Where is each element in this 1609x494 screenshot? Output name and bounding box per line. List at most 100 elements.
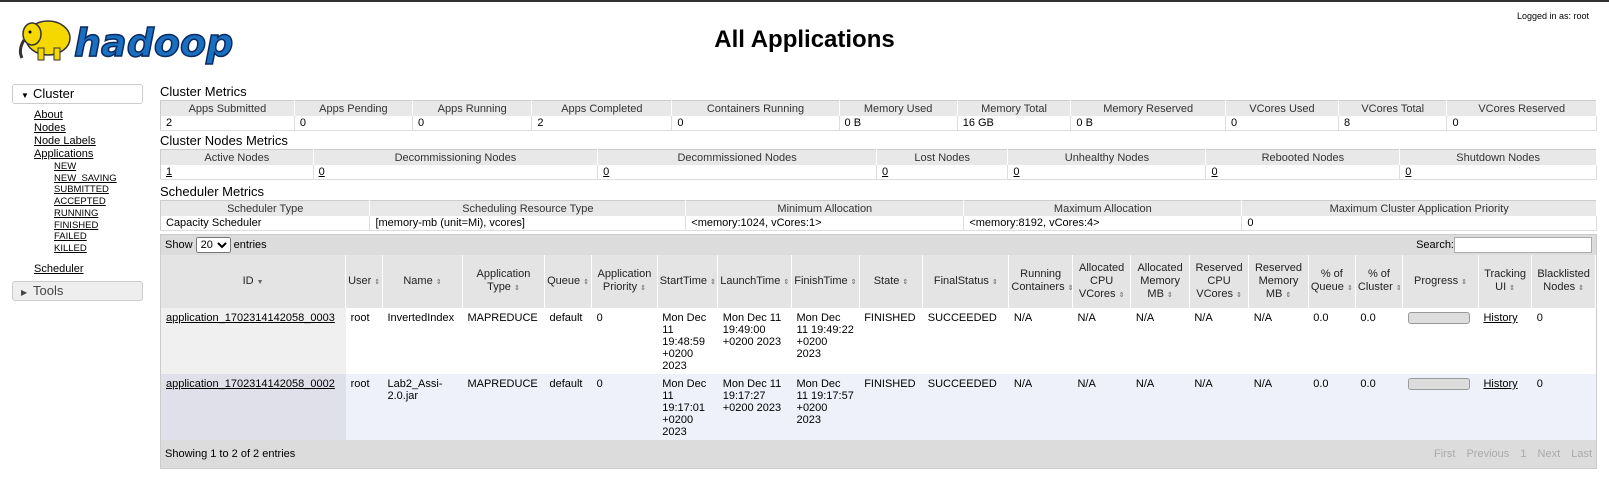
column-header-label: Progress: [1414, 274, 1459, 287]
table-cell: [1402, 308, 1479, 374]
nav-state-submitted[interactable]: SUBMITTED: [54, 184, 109, 195]
application-id-link[interactable]: application_1702314142058_0003: [166, 312, 335, 324]
column-header[interactable]: Blacklisted Nodes ⇕: [1531, 255, 1596, 308]
sort-icon: ⇕: [783, 278, 790, 286]
sort-icon: ⇕: [374, 278, 381, 286]
column-header[interactable]: State ⇕: [859, 255, 924, 308]
cluster-metrics-value: 2: [531, 116, 673, 131]
column-header[interactable]: User ⇕: [345, 255, 383, 308]
cluster-section-toggle[interactable]: ▼ Cluster: [12, 84, 143, 104]
cluster-metrics-header: Apps Pending: [294, 100, 414, 116]
column-header-label: User: [348, 274, 372, 287]
pager-next[interactable]: Next: [1538, 448, 1561, 460]
column-header[interactable]: Reserved CPU VCores ⇕: [1189, 255, 1250, 308]
cluster-metrics-value: 0 B: [1070, 116, 1226, 131]
nav-state-finished[interactable]: FINISHED: [54, 220, 98, 231]
tracking-ui-link[interactable]: History: [1483, 312, 1517, 324]
node-metrics-value: 0: [1205, 165, 1401, 180]
table-cell: Mon Dec 11 19:49:22 +0200 2023: [791, 308, 860, 374]
page-title: All Applications: [714, 26, 895, 53]
column-header[interactable]: Running Containers ⇕: [1008, 255, 1073, 308]
cluster-metrics-title: Cluster Metrics: [160, 84, 247, 99]
column-header[interactable]: Tracking UI ⇕: [1478, 255, 1533, 308]
node-metrics-header: Active Nodes: [160, 149, 314, 165]
table-row: application_1702314142058_0002 root Lab2_A…: [161, 374, 1596, 440]
pager-page-1[interactable]: 1: [1520, 448, 1526, 460]
column-header[interactable]: Application Priority ⇕: [591, 255, 658, 308]
caret-down-icon: ▼: [21, 91, 29, 100]
table-cell: N/A: [1189, 308, 1249, 374]
nav-state-failed[interactable]: FAILED: [54, 231, 87, 242]
table-cell: [1402, 374, 1479, 440]
pager-last[interactable]: Last: [1571, 448, 1592, 460]
column-header[interactable]: Reserved Memory MB ⇕: [1248, 255, 1309, 308]
column-header[interactable]: Progress ⇕: [1402, 255, 1479, 308]
column-header[interactable]: % of Queue ⇕: [1308, 255, 1356, 308]
column-header[interactable]: Allocated Memory MB ⇕: [1130, 255, 1190, 308]
nav-state-killed[interactable]: KILLED: [54, 243, 87, 254]
sort-icon: ⇕: [1509, 285, 1516, 292]
table-cell: N/A: [1189, 374, 1249, 440]
scheduler-metrics-title: Scheduler Metrics: [160, 184, 265, 199]
cluster-metrics-header: Apps Submitted: [160, 100, 295, 116]
column-header[interactable]: StartTime ⇕: [657, 255, 719, 308]
cluster-metrics-header: Memory Reserved: [1070, 100, 1226, 116]
scheduler-metrics-value: 0: [1241, 216, 1597, 231]
nav-state-new-saving[interactable]: NEW_SAVING: [54, 173, 117, 184]
column-header[interactable]: FinalStatus ⇕: [922, 255, 1010, 308]
node-metrics-link[interactable]: 0: [882, 166, 888, 178]
node-metrics-link[interactable]: 0: [319, 166, 325, 178]
nav-applications[interactable]: Applications: [34, 148, 93, 160]
pagination: First Previous 1 Next Last: [1426, 440, 1592, 468]
column-header-label: ID: [242, 274, 254, 287]
column-header[interactable]: Queue ⇕: [544, 255, 593, 308]
sort-icon: ⇕: [1118, 291, 1125, 299]
nav-state-running[interactable]: RUNNING: [54, 208, 98, 219]
column-header-label: Queue: [547, 274, 581, 287]
pager-previous[interactable]: Previous: [1466, 448, 1509, 460]
nav-about[interactable]: About: [34, 109, 63, 121]
cluster-metrics-value: 0: [671, 116, 840, 131]
column-header[interactable]: LaunchTime ⇕: [717, 255, 793, 308]
node-metrics-link[interactable]: 0: [1013, 166, 1019, 178]
node-metrics-value: 0: [313, 165, 599, 180]
nav-state-new[interactable]: NEW: [54, 161, 76, 172]
sort-icon: ⇕: [1166, 291, 1173, 299]
entries-select[interactable]: 20: [195, 237, 231, 253]
column-header[interactable]: FinishTime ⇕: [791, 255, 860, 308]
table-cell: Mon Dec 11 19:48:59 +0200 2023: [657, 308, 718, 374]
table-cell: N/A: [1008, 374, 1073, 440]
table-cell: 0: [1531, 374, 1596, 440]
node-metrics-link[interactable]: 0: [1405, 166, 1411, 178]
application-id-link[interactable]: application_1702314142058_0002: [166, 378, 335, 390]
nav-state-accepted[interactable]: ACCEPTED: [54, 196, 106, 207]
table-cell: 0.0: [1355, 374, 1403, 440]
sort-icon: ⇕: [1346, 285, 1353, 292]
cluster-metrics-header: VCores Used: [1225, 100, 1339, 116]
table-cell: FINISHED: [859, 374, 923, 440]
column-header[interactable]: Name ⇕: [382, 255, 463, 308]
table-cell: application_1702314142058_0003: [161, 308, 346, 374]
column-header[interactable]: ID ▼: [161, 255, 347, 308]
scheduler-metrics-header: Maximum Cluster Application Priority: [1241, 200, 1597, 216]
column-header[interactable]: % of Cluster ⇕: [1355, 255, 1404, 308]
column-header[interactable]: Application Type ⇕: [462, 255, 545, 308]
scheduler-metrics-value: [memory-mb (unit=Mi), vcores]: [369, 216, 687, 231]
nav-scheduler[interactable]: Scheduler: [34, 263, 84, 275]
column-header[interactable]: Allocated CPU VCores ⇕: [1072, 255, 1132, 308]
tracking-ui-link[interactable]: History: [1483, 378, 1517, 390]
pager-first[interactable]: First: [1434, 448, 1455, 460]
table-cell: root: [345, 308, 383, 374]
sort-icon: ⇕: [902, 278, 909, 286]
search-input[interactable]: [1454, 237, 1592, 254]
node-metrics-link[interactable]: 0: [1211, 166, 1217, 178]
table-cell: N/A: [1008, 308, 1073, 374]
sort-icon: ⇕: [1235, 291, 1242, 299]
column-header-label: Tracking UI: [1484, 268, 1526, 293]
sort-icon: ⇕: [640, 285, 646, 292]
nav-nodes[interactable]: Nodes: [34, 122, 66, 134]
node-metrics-link[interactable]: 1: [166, 166, 172, 178]
node-metrics-link[interactable]: 0: [603, 166, 609, 178]
tools-section-toggle[interactable]: ▶ Tools: [12, 280, 143, 301]
nav-node-labels[interactable]: Node Labels: [34, 135, 96, 147]
